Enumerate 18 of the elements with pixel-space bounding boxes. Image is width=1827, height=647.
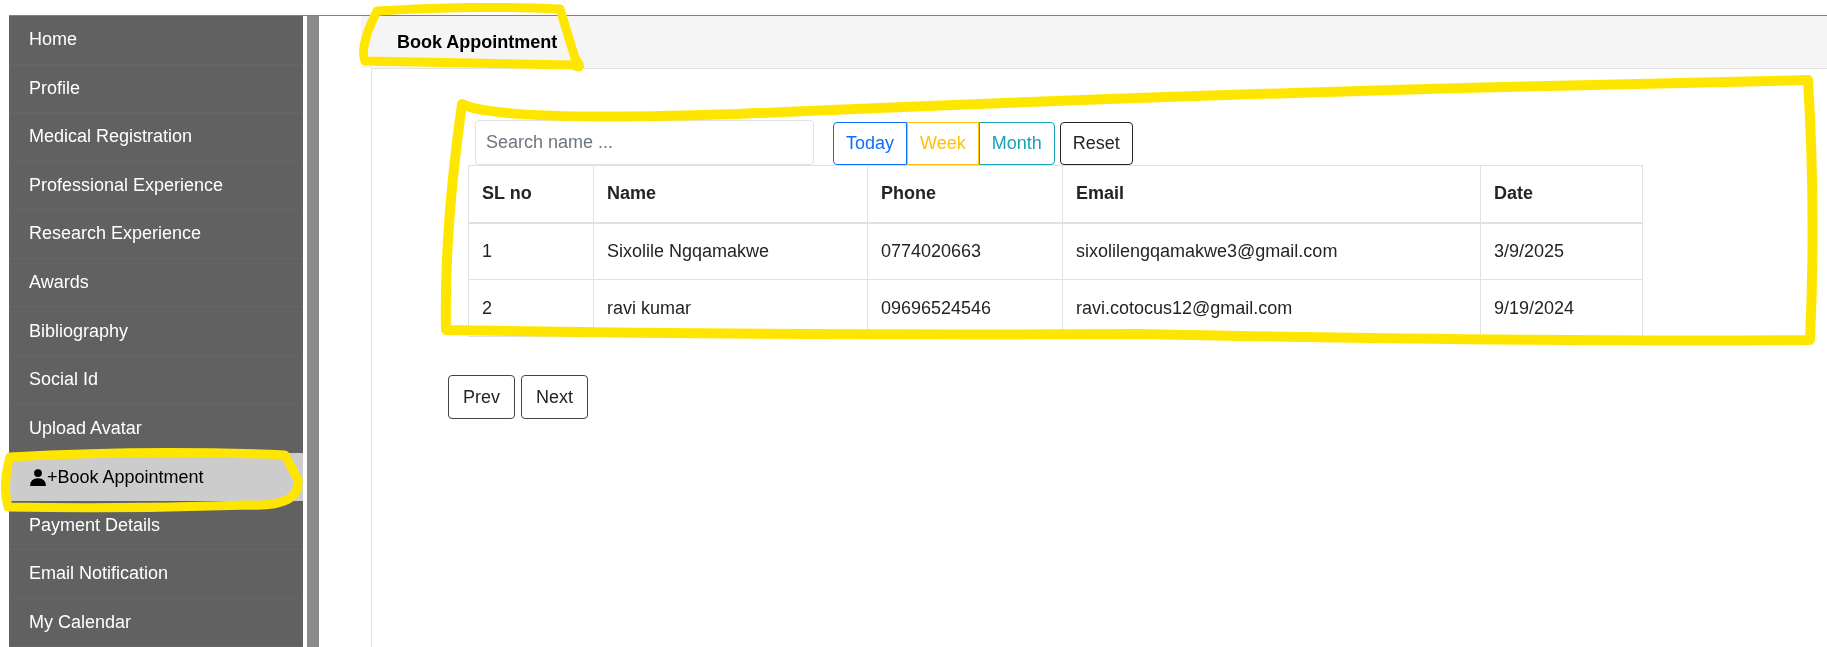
table-cell: sixolilengqamakwe3@gmail.com <box>1062 222 1481 280</box>
person-icon <box>29 468 47 487</box>
pagination-button[interactable]: Next <box>521 375 589 419</box>
column-header: Phone <box>867 165 1063 223</box>
sidebar-item-label: +Book Appointment <box>47 465 204 489</box>
table-cell: 2 <box>468 279 594 337</box>
table-cell: Sixolile Ngqamakwe <box>593 222 868 280</box>
column-header: Date <box>1480 165 1643 223</box>
filter-button[interactable]: Reset <box>1059 122 1133 165</box>
table-cell: 1 <box>468 222 594 280</box>
table-cell: 0774020663 <box>867 222 1063 280</box>
column-header: SL no <box>468 165 594 223</box>
search-field[interactable]: Search name ... <box>475 120 814 165</box>
pagination-button[interactable]: Prev <box>448 375 515 419</box>
column-header: Name <box>593 165 868 223</box>
column-header: Email <box>1062 165 1481 223</box>
table-cell: 3/9/2025 <box>1480 222 1643 280</box>
filter-button[interactable]: Today <box>833 122 908 165</box>
